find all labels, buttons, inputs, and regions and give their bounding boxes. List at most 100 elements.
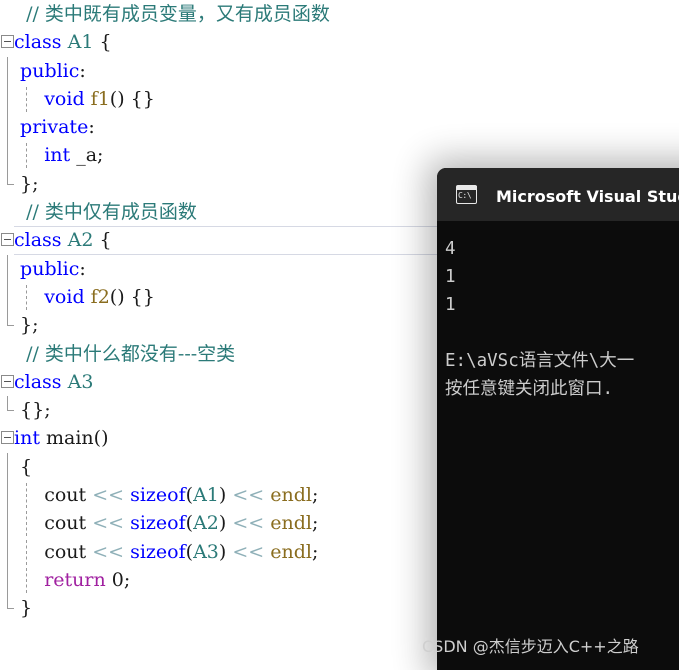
code-token: << — [92, 540, 131, 563]
fold-rail — [7, 282, 8, 312]
fold-rail — [7, 537, 8, 566]
code-token: << — [232, 512, 271, 535]
code-token: sizeof — [130, 540, 186, 563]
code-token: << — [92, 484, 131, 507]
code-token: return — [44, 568, 112, 591]
fold-rail — [7, 481, 8, 510]
code-token: public — [20, 257, 80, 280]
code-token: f2 — [90, 285, 110, 308]
code-token: : — [79, 59, 86, 82]
code-token: } — [14, 597, 33, 620]
fold-collapse-icon[interactable] — [1, 374, 14, 388]
code-token: void — [44, 87, 91, 110]
console-window-title: Microsoft Visual Studio 调试 — [496, 186, 679, 206]
code-token: { — [93, 31, 112, 54]
console-window[interactable]: C:\ Microsoft Visual Studio 调试 4 1 1 E:\aVS… — [437, 168, 679, 670]
fold-rail-end — [7, 594, 14, 610]
code-token: endl — [270, 512, 312, 535]
code-token: { — [14, 455, 33, 478]
code-token: endl — [270, 540, 312, 563]
code-token: << — [92, 512, 131, 535]
code-token: () — [93, 427, 109, 450]
code-token: ) — [218, 540, 233, 563]
code-line[interactable]: private: — [0, 113, 679, 142]
code-token: ( — [185, 512, 194, 535]
code-token: // 类中什么都没有---空类 — [14, 342, 236, 365]
indent-guide — [26, 143, 28, 169]
indent-guide — [26, 284, 28, 310]
fold-rail — [7, 565, 8, 595]
code-token: ) — [218, 484, 233, 507]
code-token: { — [93, 229, 112, 252]
code-token: ( — [185, 540, 194, 563]
code-token: endl — [270, 484, 312, 507]
command-prompt-icon: C:\ — [456, 185, 477, 204]
screenshot-root: // 类中既有成员变量，又有成员函数 class A1 { public: voi… — [0, 0, 679, 670]
fold-rail — [7, 254, 8, 283]
code-token: cout — [44, 540, 93, 563]
code-token: void — [44, 285, 91, 308]
code-token: << — [232, 540, 271, 563]
code-token: }; — [14, 172, 39, 195]
code-token: int — [44, 144, 77, 167]
code-token: f1 — [90, 87, 110, 110]
code-token: // 类中仅有成员函数 — [14, 201, 197, 224]
csdn-watermark: CSDN @杰信步迈入C++之路 — [422, 637, 639, 656]
code-token: sizeof — [130, 484, 186, 507]
code-line[interactable]: // 类中既有成员变量，又有成员函数 — [0, 0, 679, 28]
fold-rail — [7, 56, 8, 85]
fold-rail — [7, 113, 8, 142]
console-titlebar[interactable]: C:\ Microsoft Visual Studio 调试 — [437, 168, 679, 221]
fold-rail — [7, 84, 8, 114]
code-token: A2 — [193, 512, 219, 535]
code-token: : — [88, 116, 95, 139]
code-token: }; — [14, 314, 39, 337]
code-line[interactable]: void f1() {} — [0, 84, 679, 114]
code-token: () {} — [109, 285, 155, 308]
code-token: : — [79, 257, 86, 280]
console-output-line: 1 — [445, 267, 456, 287]
code-token: class — [14, 370, 68, 393]
code-token: << — [232, 484, 271, 507]
code-token: int — [14, 427, 46, 450]
code-token: private — [20, 116, 89, 139]
fold-collapse-icon[interactable] — [1, 35, 14, 49]
code-token: main — [46, 427, 94, 450]
console-output-line: 1 — [445, 295, 456, 315]
code-line[interactable]: class A1 { — [0, 28, 679, 56]
code-token: {}; — [14, 399, 51, 422]
code-token: A3 — [67, 370, 94, 393]
code-token: // 类中既有成员变量，又有成员函数 — [14, 3, 330, 25]
indent-guide — [26, 567, 28, 593]
fold-rail — [7, 141, 8, 170]
indent-guide — [26, 483, 28, 509]
code-token: public — [20, 59, 80, 82]
indent-guide — [26, 86, 28, 112]
indent-guide — [26, 539, 28, 565]
indent-guide — [26, 511, 28, 537]
command-prompt-icon-glyph: C:\ — [458, 191, 472, 200]
code-token: ( — [185, 484, 194, 507]
code-token: sizeof — [130, 512, 186, 535]
code-token: cout — [44, 512, 93, 535]
code-token: ; — [311, 540, 319, 563]
code-token: () {} — [109, 87, 155, 110]
fold-collapse-icon[interactable] — [1, 233, 14, 247]
console-output: 4 1 1 E:\aVSc语言文件\大一 按任意键关闭此窗口. — [437, 221, 679, 403]
fold-rail — [7, 452, 8, 482]
fold-collapse-icon[interactable] — [1, 431, 14, 445]
code-token: A3 — [193, 540, 219, 563]
code-token: 0; — [111, 568, 131, 591]
code-token: A2 — [67, 229, 94, 252]
fold-rail-end — [7, 169, 14, 185]
fold-rail-end — [7, 311, 14, 327]
code-line[interactable]: public: — [0, 56, 679, 85]
